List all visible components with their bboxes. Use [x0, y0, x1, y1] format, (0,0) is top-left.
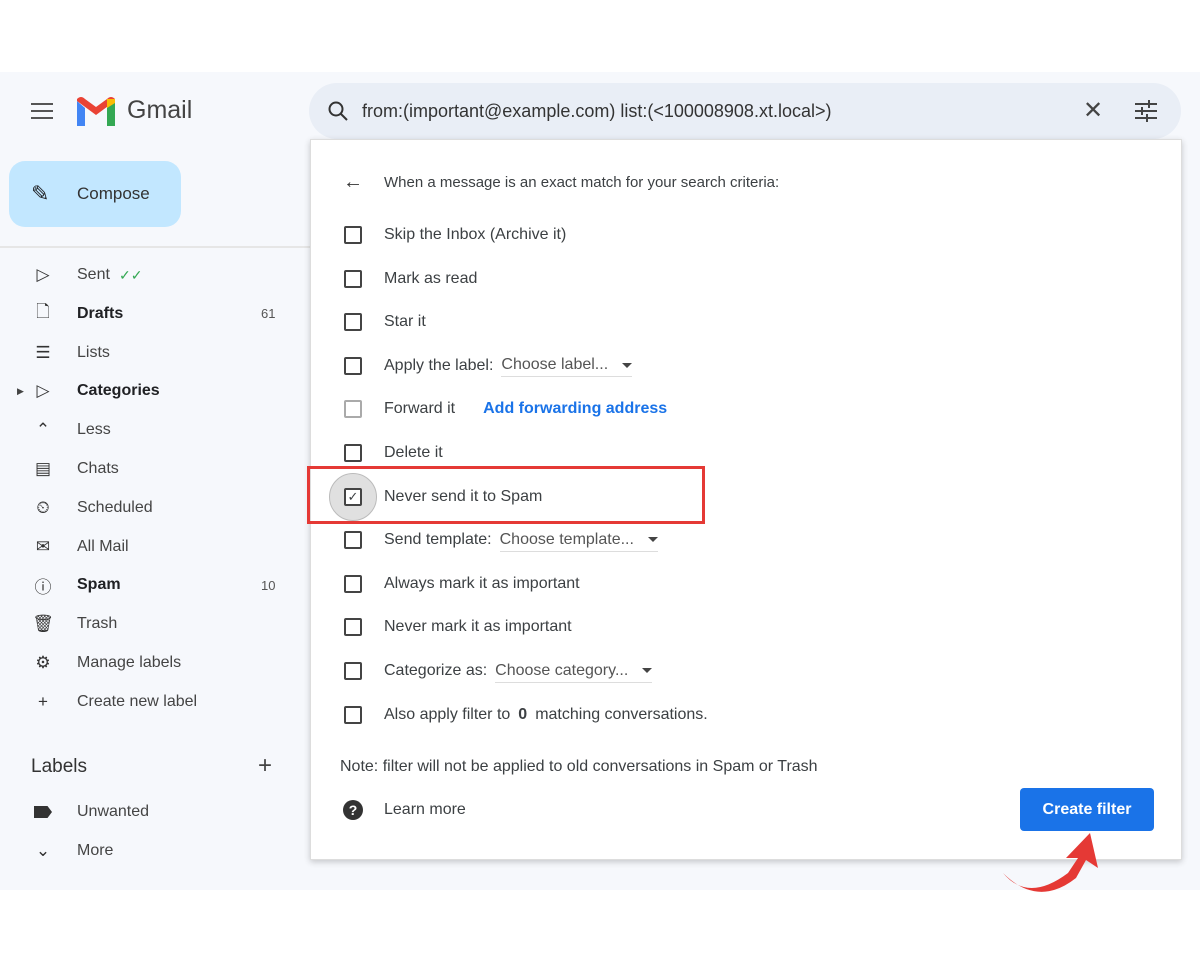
sidebar-item-scheduled[interactable]: ⏲ Scheduled	[0, 490, 300, 526]
search-bar[interactable]: from:(important@example.com) list:(<1000…	[309, 83, 1181, 139]
scheduled-icon: ⏲	[36, 497, 50, 517]
menu-icon[interactable]	[31, 103, 53, 119]
select-value: Choose label...	[501, 356, 609, 374]
highlight-box	[307, 466, 705, 524]
option-select[interactable]: Choose label...	[501, 354, 633, 378]
dropdown-caret-icon	[622, 362, 633, 368]
option-label: Never mark it as important	[384, 618, 572, 636]
app-name: Gmail	[127, 96, 193, 124]
option-select[interactable]: Choose category...	[495, 660, 653, 683]
learn-more-link[interactable]: Learn more	[384, 801, 466, 819]
chat-icon: ▤	[34, 459, 52, 478]
dropdown-caret-icon	[642, 668, 653, 673]
filter-option: Forward it Add forwarding address	[311, 394, 1181, 424]
dropdown-caret-icon	[647, 537, 658, 543]
filter-note: Note: filter will not be applied to old …	[340, 758, 818, 775]
checkbox[interactable]	[344, 662, 362, 680]
label-unwanted[interactable]: Unwanted	[0, 794, 300, 830]
compose-button[interactable]: ✎ Compose	[9, 161, 181, 227]
filter-option: Send template: Choose template...	[311, 525, 1181, 555]
create-filter-button[interactable]: Create filter	[1020, 788, 1154, 831]
filter-option: Also apply filter to 0 matching conversati…	[311, 700, 1181, 730]
label-more[interactable]: ⌄ More	[0, 833, 300, 869]
search-options-icon[interactable]	[1134, 100, 1158, 122]
select-value: Choose template...	[499, 530, 634, 548]
filter-option: Mark as read	[311, 264, 1181, 294]
sidebar-item-less[interactable]: ⌃ Less	[0, 412, 300, 448]
all-mail-icon: ✉	[35, 536, 51, 556]
option-label: Delete it	[384, 444, 443, 461]
sidebar-item-trash[interactable]: 🗑 Trash	[0, 606, 300, 642]
sidebar-item-all-mail[interactable]: ✉ All Mail	[0, 529, 300, 565]
sidebar-item-drafts[interactable]: 🗋 Drafts 61	[0, 296, 300, 332]
filter-option: Categorize as: Choose category...	[311, 656, 1181, 686]
pencil-icon: ✎	[31, 181, 50, 206]
checkbox[interactable]	[344, 400, 362, 419]
chevron-down-icon: ⌄	[35, 841, 51, 860]
sidebar-item-spam[interactable]: ⓘ Spam 10	[0, 567, 300, 603]
checkbox[interactable]	[344, 226, 362, 244]
checkbox[interactable]	[344, 313, 362, 332]
filter-option: Skip the Inbox (Archive it)	[311, 220, 1181, 250]
select-value: Choose category...	[495, 661, 629, 679]
gmail-logo[interactable]	[77, 97, 115, 126]
draft-icon: 🗋	[36, 302, 50, 322]
option-label: Send template:	[384, 531, 492, 549]
sidebar-item-sent[interactable]: ▷ Sent ✓✓	[0, 257, 300, 293]
search-input[interactable]: from:(important@example.com) list:(<1000…	[362, 101, 831, 122]
divider	[0, 246, 310, 248]
checkbox[interactable]	[344, 356, 362, 375]
search-icon[interactable]	[327, 100, 349, 122]
option-label: Star it	[384, 313, 426, 331]
filter-option: Always mark it as important	[311, 569, 1181, 599]
filter-option: Delete it	[311, 438, 1181, 468]
filter-option: Apply the label: Choose label...	[311, 351, 1181, 381]
add-label-icon[interactable]: +	[258, 752, 272, 780]
plus-icon: +	[38, 691, 48, 711]
chevron-up-icon: ⌃	[35, 420, 51, 440]
option-select[interactable]: Choose template...	[499, 529, 658, 552]
checkbox[interactable]	[344, 574, 362, 593]
double-check-icon: ✓✓	[119, 266, 143, 283]
option-label: Apply the label:	[384, 356, 494, 374]
option-label: Also apply filter to	[384, 705, 511, 723]
spam-icon: ⓘ	[34, 577, 52, 597]
sidebar-item-manage-labels[interactable]: ⚙ Manage labels	[0, 645, 300, 681]
sidebar-item-categories[interactable]: ▷ Categories ▶	[0, 373, 300, 409]
checkbox[interactable]	[344, 444, 362, 462]
sidebar-item-chats[interactable]: ▤ Chats	[0, 451, 300, 487]
item-count: 10	[261, 577, 276, 593]
match-count: 0	[518, 705, 528, 723]
checkbox[interactable]	[344, 531, 362, 550]
checkbox[interactable]	[344, 269, 362, 288]
clear-search-icon[interactable]: ✕	[1083, 96, 1103, 125]
item-count: 61	[261, 306, 276, 322]
back-arrow-icon[interactable]: ←	[343, 171, 363, 194]
option-label: matching conversations.	[535, 705, 708, 723]
compose-label: Compose	[77, 184, 150, 203]
option-label: Categorize as:	[384, 662, 488, 679]
filter-option: Star it	[311, 307, 1181, 337]
add-forwarding-address-link[interactable]: Add forwarding address	[483, 400, 667, 418]
labels-header: Labels	[31, 756, 87, 777]
help-icon: ?	[343, 800, 363, 820]
option-label: Forward it	[384, 400, 456, 418]
option-label: Skip the Inbox (Archive it)	[384, 226, 567, 243]
sidebar-item-create-new-label[interactable]: + Create new label	[0, 684, 300, 720]
filter-header: ← When a message is an exact match for y…	[343, 170, 780, 194]
trash-icon: 🗑	[32, 614, 54, 634]
option-label: Always mark it as important	[384, 574, 580, 592]
sidebar-item-lists[interactable]: ☰ Lists	[0, 335, 300, 371]
list-icon: ☰	[35, 342, 51, 362]
send-icon: ▷	[36, 265, 50, 284]
option-label: Mark as read	[384, 269, 478, 287]
filter-option: Never mark it as important	[311, 612, 1181, 642]
gear-icon: ⚙	[35, 653, 51, 672]
checkbox[interactable]	[344, 705, 362, 724]
checkbox[interactable]	[344, 618, 362, 637]
label-icon	[34, 806, 52, 818]
label-icon: ▷	[36, 381, 50, 401]
expand-arrow-icon[interactable]: ▶	[17, 386, 24, 397]
annotation-arrow-icon	[1003, 833, 1098, 892]
